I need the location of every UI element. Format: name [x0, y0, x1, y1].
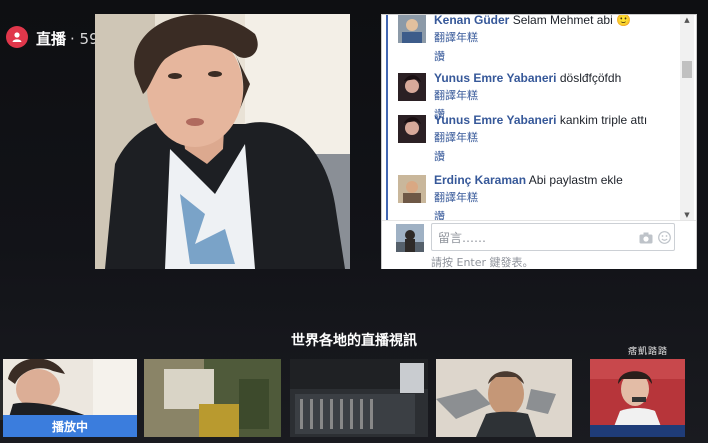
comment-line: Yunus Emre Yabaneri döslđfçöfdh	[434, 71, 621, 85]
translate-link[interactable]: 翻譯年糕	[434, 29, 478, 45]
watermark: 痞凱踏踏	[628, 347, 669, 357]
like-link[interactable]: 讚	[434, 208, 445, 220]
live-label: 直播	[36, 30, 67, 48]
comment-compose: 留言…… 請按 Enter 鍵發表。	[382, 220, 696, 269]
avatar[interactable]	[398, 175, 426, 203]
comment-list[interactable]: Kenan Güder Selam Mehmet abi 🙂 翻譯年糕 讚 Yu…	[386, 15, 680, 220]
comment-text: Selam Mehmet abi 🙂	[512, 15, 632, 27]
section-title: 世界各地的直播視訊	[291, 333, 417, 349]
comment-line: Kenan Güder Selam Mehmet abi 🙂	[434, 15, 631, 27]
chevron-down-icon[interactable]: ▼	[682, 210, 692, 220]
video-thumbnail[interactable]	[436, 359, 572, 437]
comment-line: Erdinç Karaman Abi paylastm ekle	[434, 173, 623, 187]
avatar[interactable]	[398, 115, 426, 143]
avatar[interactable]	[398, 15, 426, 43]
comment-text: Abi paylastm ekle	[528, 173, 623, 187]
comment-author[interactable]: Yunus Emre Yabaneri	[434, 113, 557, 127]
scrollbar-thumb[interactable]	[682, 61, 692, 78]
live-video[interactable]	[95, 14, 350, 269]
like-link[interactable]: 讚	[434, 148, 445, 164]
comment-line: Yunus Emre Yabaneri kankim triple attı	[434, 113, 647, 127]
compose-hint: 請按 Enter 鍵發表。	[431, 256, 534, 269]
live-icon	[6, 26, 28, 48]
comments-panel: Kenan Güder Selam Mehmet abi 🙂 翻譯年糕 讚 Yu…	[381, 14, 697, 269]
comment-item: Yunus Emre Yabaneri kankim triple attı 翻…	[388, 113, 680, 175]
translate-link[interactable]: 翻譯年糕	[434, 87, 478, 103]
translate-link[interactable]: 翻譯年糕	[434, 129, 478, 145]
avatar	[396, 224, 424, 252]
video-thumbnail[interactable]	[144, 359, 281, 437]
chevron-up-icon[interactable]: ▲	[682, 15, 692, 25]
comments-scrollbar[interactable]: ▲ ▼	[680, 15, 694, 220]
comment-item: Kenan Güder Selam Mehmet abi 🙂 翻譯年糕 讚	[388, 15, 680, 75]
comment-author[interactable]: Yunus Emre Yabaneri	[434, 71, 557, 85]
video-thumbnail[interactable]	[290, 359, 428, 437]
comment-text: döslđfçöfdh	[559, 71, 622, 85]
comment-item: Erdinç Karaman Abi paylastm ekle 翻譯年糕 讚	[388, 173, 680, 220]
camera-icon[interactable]	[639, 229, 653, 248]
like-link[interactable]: 讚	[434, 48, 445, 64]
now-playing-label: 播放中	[3, 415, 137, 437]
avatar[interactable]	[398, 73, 426, 101]
comment-text: kankim triple attı	[559, 113, 648, 127]
comment-author[interactable]: Kenan Güder	[434, 15, 509, 27]
comment-author[interactable]: Erdinç Karaman	[434, 173, 526, 187]
video-thumbnail[interactable]	[590, 359, 685, 437]
translate-link[interactable]: 翻譯年糕	[434, 189, 478, 205]
video-thumbnail-playing[interactable]: 播放中	[3, 359, 137, 437]
emoji-icon[interactable]	[658, 229, 671, 248]
